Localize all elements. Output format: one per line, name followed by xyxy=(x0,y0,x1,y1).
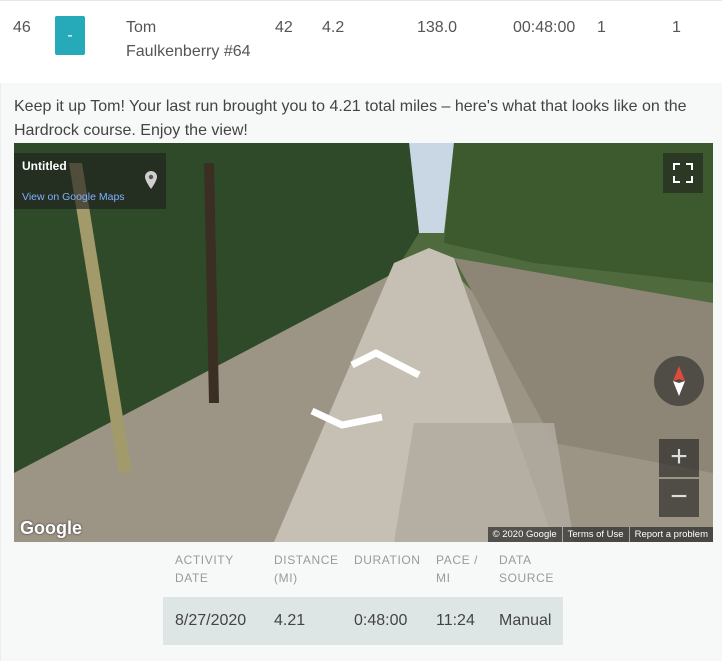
street-view-map[interactable]: Untitled View on Google Maps + − Google … xyxy=(14,143,713,542)
zoom-out-button[interactable]: − xyxy=(659,479,699,517)
distance-value: 4.21 xyxy=(274,612,306,629)
runner-detail-panel: Keep it up Tom! Your last run brought yo… xyxy=(0,83,722,661)
count-cell-a: 1 xyxy=(597,19,606,36)
map-title: Untitled xyxy=(22,159,67,173)
header-data-source: DATA SOURCE xyxy=(499,553,554,585)
fullscreen-button[interactable] xyxy=(663,153,703,193)
runner-name-bib: Faulkenberry #64 xyxy=(126,43,251,60)
terms-of-use-link[interactable]: Terms of Use xyxy=(561,527,629,542)
miles-cell: 4.2 xyxy=(322,19,345,36)
map-attribution-bar: © 2020 Google Terms of Use Report a prob… xyxy=(487,527,713,542)
encouragement-message: Keep it up Tom! Your last run brought yo… xyxy=(14,98,687,139)
age-cell: 42 xyxy=(275,19,293,36)
compass-control[interactable] xyxy=(654,356,704,406)
pin-icon[interactable] xyxy=(145,171,157,189)
collapse-button[interactable]: - xyxy=(55,16,85,55)
compass-icon xyxy=(673,366,685,396)
rank-cell: 46 xyxy=(13,19,31,36)
view-on-google-maps-link[interactable]: View on Google Maps xyxy=(22,191,125,203)
header-duration: DURATION xyxy=(354,553,421,567)
zoom-in-button[interactable]: + xyxy=(659,439,699,477)
stats-row: 8/27/2020 4.21 0:48:00 11:24 Manual xyxy=(163,597,563,645)
google-logo: Google xyxy=(20,518,82,538)
report-problem-link[interactable]: Report a problem xyxy=(628,527,713,542)
runner-first-name: Tom xyxy=(126,19,157,36)
pace-value: 11:24 xyxy=(436,612,475,629)
header-pace: PACE / MI xyxy=(436,553,479,585)
duration-value: 0:48:00 xyxy=(354,612,408,629)
fullscreen-icon xyxy=(673,163,693,183)
activity-date-value: 8/27/2020 xyxy=(175,612,247,629)
time-cell: 00:48:00 xyxy=(513,19,576,36)
header-distance: DISTANCE (MI) xyxy=(274,553,339,585)
percent-cell: 138.0 xyxy=(417,19,458,36)
count-cell-b: 1 xyxy=(672,19,681,36)
header-activity-date: ACTIVITY DATE xyxy=(175,553,234,585)
leaderboard-row: 46 - Tom Faulkenberry #64 42 4.2 138.0 0… xyxy=(0,0,722,84)
data-source-value: Manual xyxy=(499,612,552,629)
copyright-text: © 2020 Google xyxy=(492,529,557,540)
map-info-card: Untitled View on Google Maps xyxy=(14,153,166,209)
